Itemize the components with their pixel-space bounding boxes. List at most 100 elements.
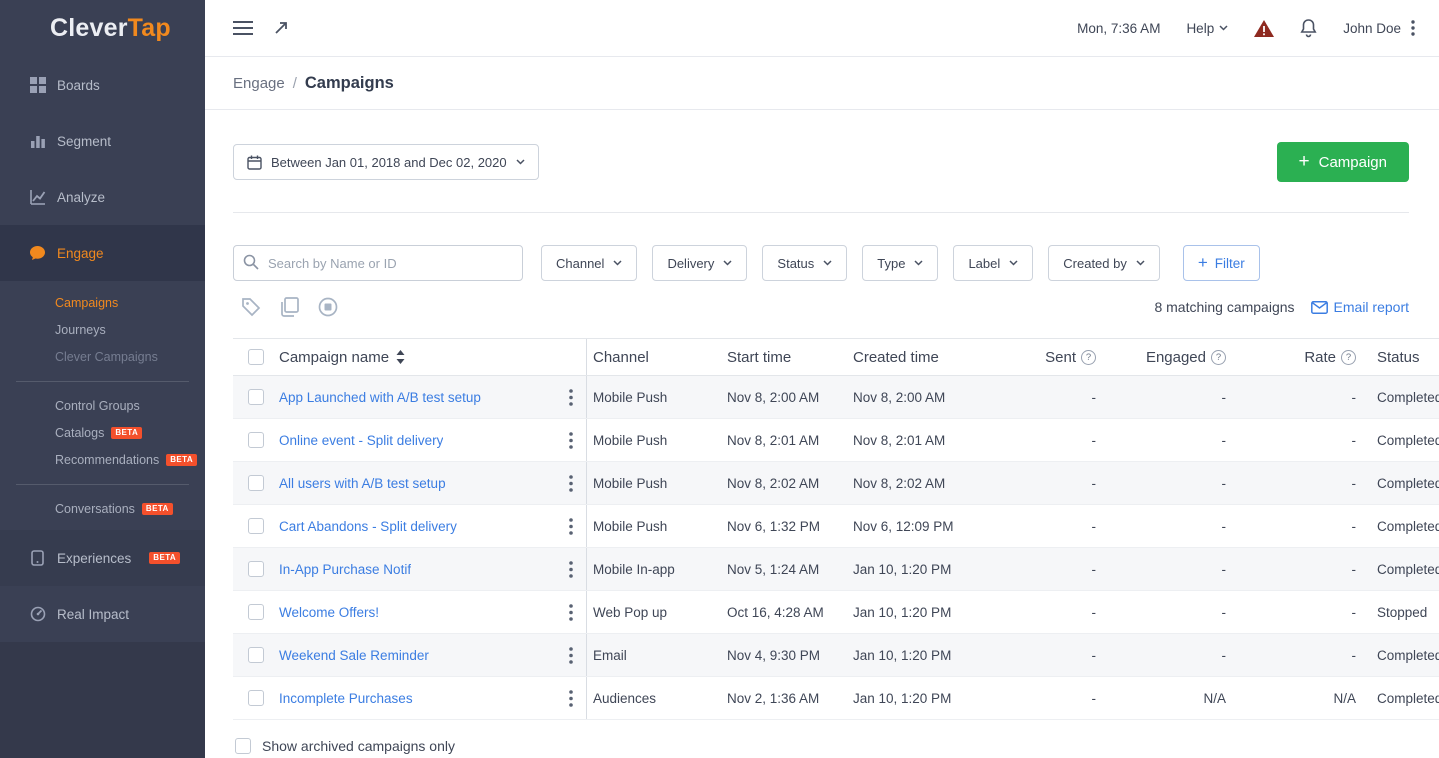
new-campaign-button[interactable]: + Campaign <box>1276 142 1409 182</box>
help-circle-icon[interactable]: ? <box>1081 349 1096 365</box>
show-archived-checkbox[interactable] <box>235 738 251 754</box>
sidebar-subitem[interactable]: Catalogs BETA <box>0 419 205 446</box>
calendar-icon <box>247 155 262 170</box>
rate-cell: - <box>1351 561 1357 577</box>
topbar: Mon, 7:36 AM Help John Doe <box>205 0 1439 57</box>
date-range-picker[interactable]: Between Jan 01, 2018 and Dec 02, 2020 <box>233 144 539 180</box>
campaign-name-link[interactable]: Incomplete Purchases <box>279 691 413 706</box>
sidebar-item-experiences[interactable]: Experiences BETA <box>0 530 205 586</box>
sidebar-item-analyze[interactable]: Analyze <box>0 169 205 225</box>
col-campaign-name[interactable]: Campaign name <box>279 349 389 366</box>
help-menu[interactable]: Help <box>1186 21 1228 36</box>
sidebar-subitem[interactable]: Conversations BETA <box>0 495 205 522</box>
row-kebab-menu-icon[interactable] <box>569 560 573 578</box>
add-filter-button[interactable]: + Filter <box>1182 245 1260 281</box>
chevron-down-icon <box>723 260 732 266</box>
row-checkbox[interactable] <box>248 518 264 534</box>
notifications-bell-icon[interactable] <box>1300 18 1317 38</box>
filter-dropdown[interactable]: Delivery <box>652 245 748 281</box>
start-time-cell: Nov 8, 2:01 AM <box>727 432 820 448</box>
topbar-datetime: Mon, 7:36 AM <box>1077 20 1161 36</box>
row-checkbox[interactable] <box>248 475 264 491</box>
sidebar-subitem-label: Catalogs <box>55 425 105 440</box>
campaign-name-link[interactable]: Welcome Offers! <box>279 605 379 620</box>
sidebar-item-boards[interactable]: Boards <box>0 57 205 113</box>
row-checkbox[interactable] <box>248 389 264 405</box>
table-row: Welcome Offers! Web Pop up Oct 16, 4:28 … <box>233 591 1439 634</box>
alert-warning-icon[interactable] <box>1254 19 1275 37</box>
sort-icon[interactable] <box>396 350 405 364</box>
rate-cell: N/A <box>1333 690 1356 706</box>
sidebar-item-real-impact[interactable]: Real Impact <box>0 586 205 642</box>
table-row: Online event - Split delivery Mobile Pus… <box>233 419 1439 462</box>
row-kebab-menu-icon[interactable] <box>569 431 573 449</box>
row-kebab-menu-icon[interactable] <box>569 689 573 707</box>
created-time-cell: Jan 10, 1:20 PM <box>853 647 952 663</box>
campaign-name-link[interactable]: All users with A/B test setup <box>279 476 446 491</box>
sidebar-subitem[interactable]: Journeys <box>0 316 205 343</box>
sidebar-item-segment[interactable]: Segment <box>0 113 205 169</box>
campaign-name-link[interactable]: In-App Purchase Notif <box>279 562 411 577</box>
created-time-cell: Nov 6, 12:09 PM <box>853 518 954 534</box>
sidebar-subitem-label: Control Groups <box>55 398 140 413</box>
filter-dropdown[interactable]: Channel <box>541 245 638 281</box>
campaign-name-link[interactable]: App Launched with A/B test setup <box>279 390 481 405</box>
sidebar-subitem[interactable]: Recommendations BETA <box>0 446 205 473</box>
sidebar-subitem[interactable]: Control Groups <box>0 392 205 419</box>
expand-icon[interactable] <box>273 20 289 36</box>
sidebar-subitem[interactable]: Campaigns <box>0 289 205 316</box>
filter-dropdown[interactable]: Label <box>953 245 1034 281</box>
row-checkbox[interactable] <box>248 604 264 620</box>
row-kebab-menu-icon[interactable] <box>569 474 573 492</box>
start-time-cell: Nov 8, 2:02 AM <box>727 475 820 491</box>
stop-campaigns-icon[interactable] <box>318 297 338 317</box>
engaged-cell: - <box>1221 432 1227 448</box>
channel-cell: Mobile In-app <box>593 561 675 577</box>
breadcrumb-separator: / <box>292 74 297 92</box>
filter-dropdown[interactable]: Created by <box>1048 245 1160 281</box>
sent-cell: - <box>1091 432 1097 448</box>
brand-logo-secondary: Tap <box>127 14 171 42</box>
row-checkbox[interactable] <box>248 432 264 448</box>
channel-cell: Mobile Push <box>593 518 668 534</box>
sidebar-item-engage[interactable]: Engage <box>0 225 205 281</box>
label-tag-icon[interactable] <box>241 297 261 317</box>
created-time-cell: Jan 10, 1:20 PM <box>853 561 952 577</box>
row-kebab-menu-icon[interactable] <box>569 388 573 406</box>
sidebar-subitem[interactable]: Clever Campaigns <box>0 343 205 370</box>
help-label: Help <box>1186 20 1215 36</box>
row-kebab-menu-icon[interactable] <box>569 646 573 664</box>
email-report-link[interactable]: Email report <box>1310 299 1409 315</box>
row-kebab-menu-icon[interactable] <box>569 603 573 621</box>
start-time-cell: Nov 6, 1:32 PM <box>727 518 821 534</box>
campaign-name-link[interactable]: Weekend Sale Reminder <box>279 648 429 663</box>
col-created-time: Created time <box>853 348 939 366</box>
campaign-name-link[interactable]: Online event - Split delivery <box>279 433 443 448</box>
brand-logo[interactable]: Clever Tap <box>0 0 205 57</box>
status-cell: Completed <box>1377 690 1439 706</box>
section-divider <box>233 212 1409 213</box>
engaged-cell: - <box>1221 561 1227 577</box>
row-checkbox[interactable] <box>248 647 264 663</box>
row-checkbox[interactable] <box>248 561 264 577</box>
select-all-checkbox[interactable] <box>248 349 264 365</box>
hamburger-menu-icon[interactable] <box>233 21 253 35</box>
filter-dropdown[interactable]: Status <box>762 245 848 281</box>
beta-badge: BETA <box>141 502 173 515</box>
row-checkbox[interactable] <box>248 690 264 706</box>
analyze-icon <box>29 189 46 206</box>
campaign-name-link[interactable]: Cart Abandons - Split delivery <box>279 519 457 534</box>
row-kebab-menu-icon[interactable] <box>569 517 573 535</box>
filter-dropdown[interactable]: Type <box>862 245 939 281</box>
channel-cell: Email <box>593 647 627 663</box>
status-cell: Completed <box>1377 647 1439 663</box>
help-circle-icon[interactable]: ? <box>1341 349 1356 365</box>
user-menu[interactable]: John Doe <box>1343 20 1415 36</box>
col-engaged: Engaged <box>1145 348 1206 366</box>
status-cell: Completed <box>1377 389 1439 405</box>
search-input[interactable] <box>233 245 523 281</box>
engaged-cell: - <box>1221 475 1227 491</box>
help-circle-icon[interactable]: ? <box>1211 349 1226 365</box>
breadcrumb-parent[interactable]: Engage <box>233 75 285 92</box>
copy-report-icon[interactable] <box>280 297 299 317</box>
